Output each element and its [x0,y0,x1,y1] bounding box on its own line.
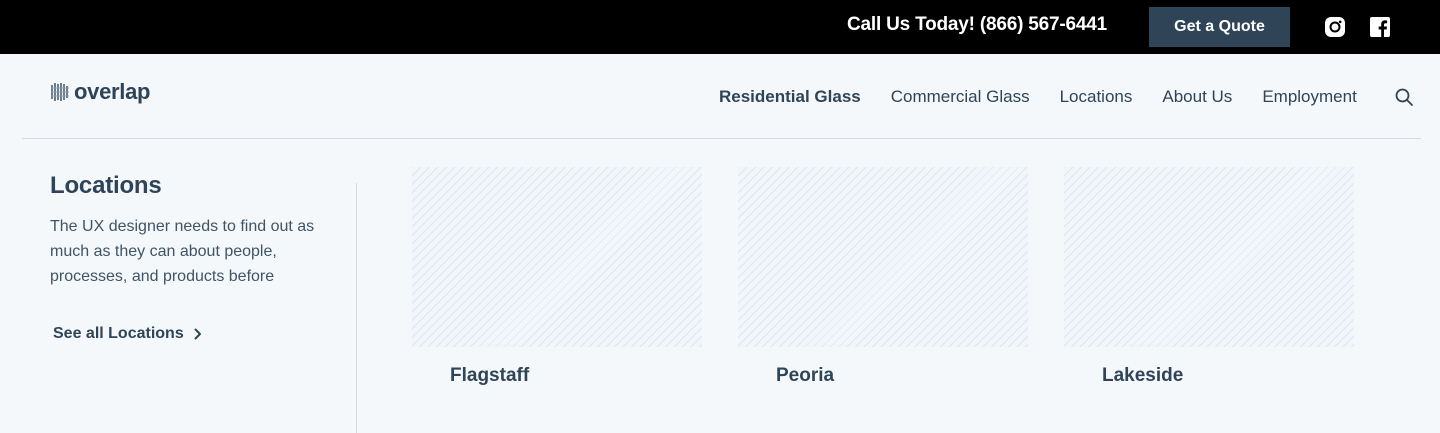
location-image-placeholder [738,167,1028,347]
header-divider [22,138,1421,139]
chevron-right-icon [194,328,201,340]
section-description: The UX designer needs to find out as muc… [50,218,315,285]
location-card-flagstaff[interactable]: Flagstaff [412,167,702,386]
location-image-placeholder [1064,167,1354,347]
see-all-label: See all Locations [53,325,184,342]
facebook-icon[interactable] [1369,16,1391,38]
location-card-peoria[interactable]: Peoria [738,167,1028,386]
see-all-locations-link[interactable]: See all Locations [53,325,202,343]
locations-intro: Locations The UX designer needs to find … [50,172,330,342]
top-bar: Call Us Today! (866) 567-6441 Get a Quot… [0,0,1440,54]
section-title: Locations [50,172,162,199]
instagram-icon[interactable] [1324,16,1346,38]
nav-locations[interactable]: Locations [1060,87,1133,107]
nav-commercial-glass[interactable]: Commercial Glass [891,87,1030,107]
logo-text: overlap [74,79,151,104]
main-nav: Residential Glass Commercial Glass Locat… [719,87,1414,107]
location-card-lakeside[interactable]: Lakeside [1064,167,1354,386]
nav-about-us[interactable]: About Us [1162,87,1232,107]
location-image-placeholder [412,167,702,347]
get-a-quote-button[interactable]: Get a Quote [1149,7,1290,47]
main-header: overlap Residential Glass Commercial Gla… [0,54,1440,138]
nav-residential-glass[interactable]: Residential Glass [719,87,861,107]
location-name: Peoria [776,365,835,386]
search-icon[interactable] [1394,87,1414,107]
phone-text[interactable]: Call Us Today! (866) 567-6441 [847,14,1107,36]
logo-mark-icon [51,83,69,101]
location-name: Flagstaff [450,365,530,386]
column-divider [356,183,357,433]
logo[interactable]: overlap [50,78,150,106]
location-name: Lakeside [1102,365,1184,386]
nav-employment[interactable]: Employment [1262,87,1356,107]
